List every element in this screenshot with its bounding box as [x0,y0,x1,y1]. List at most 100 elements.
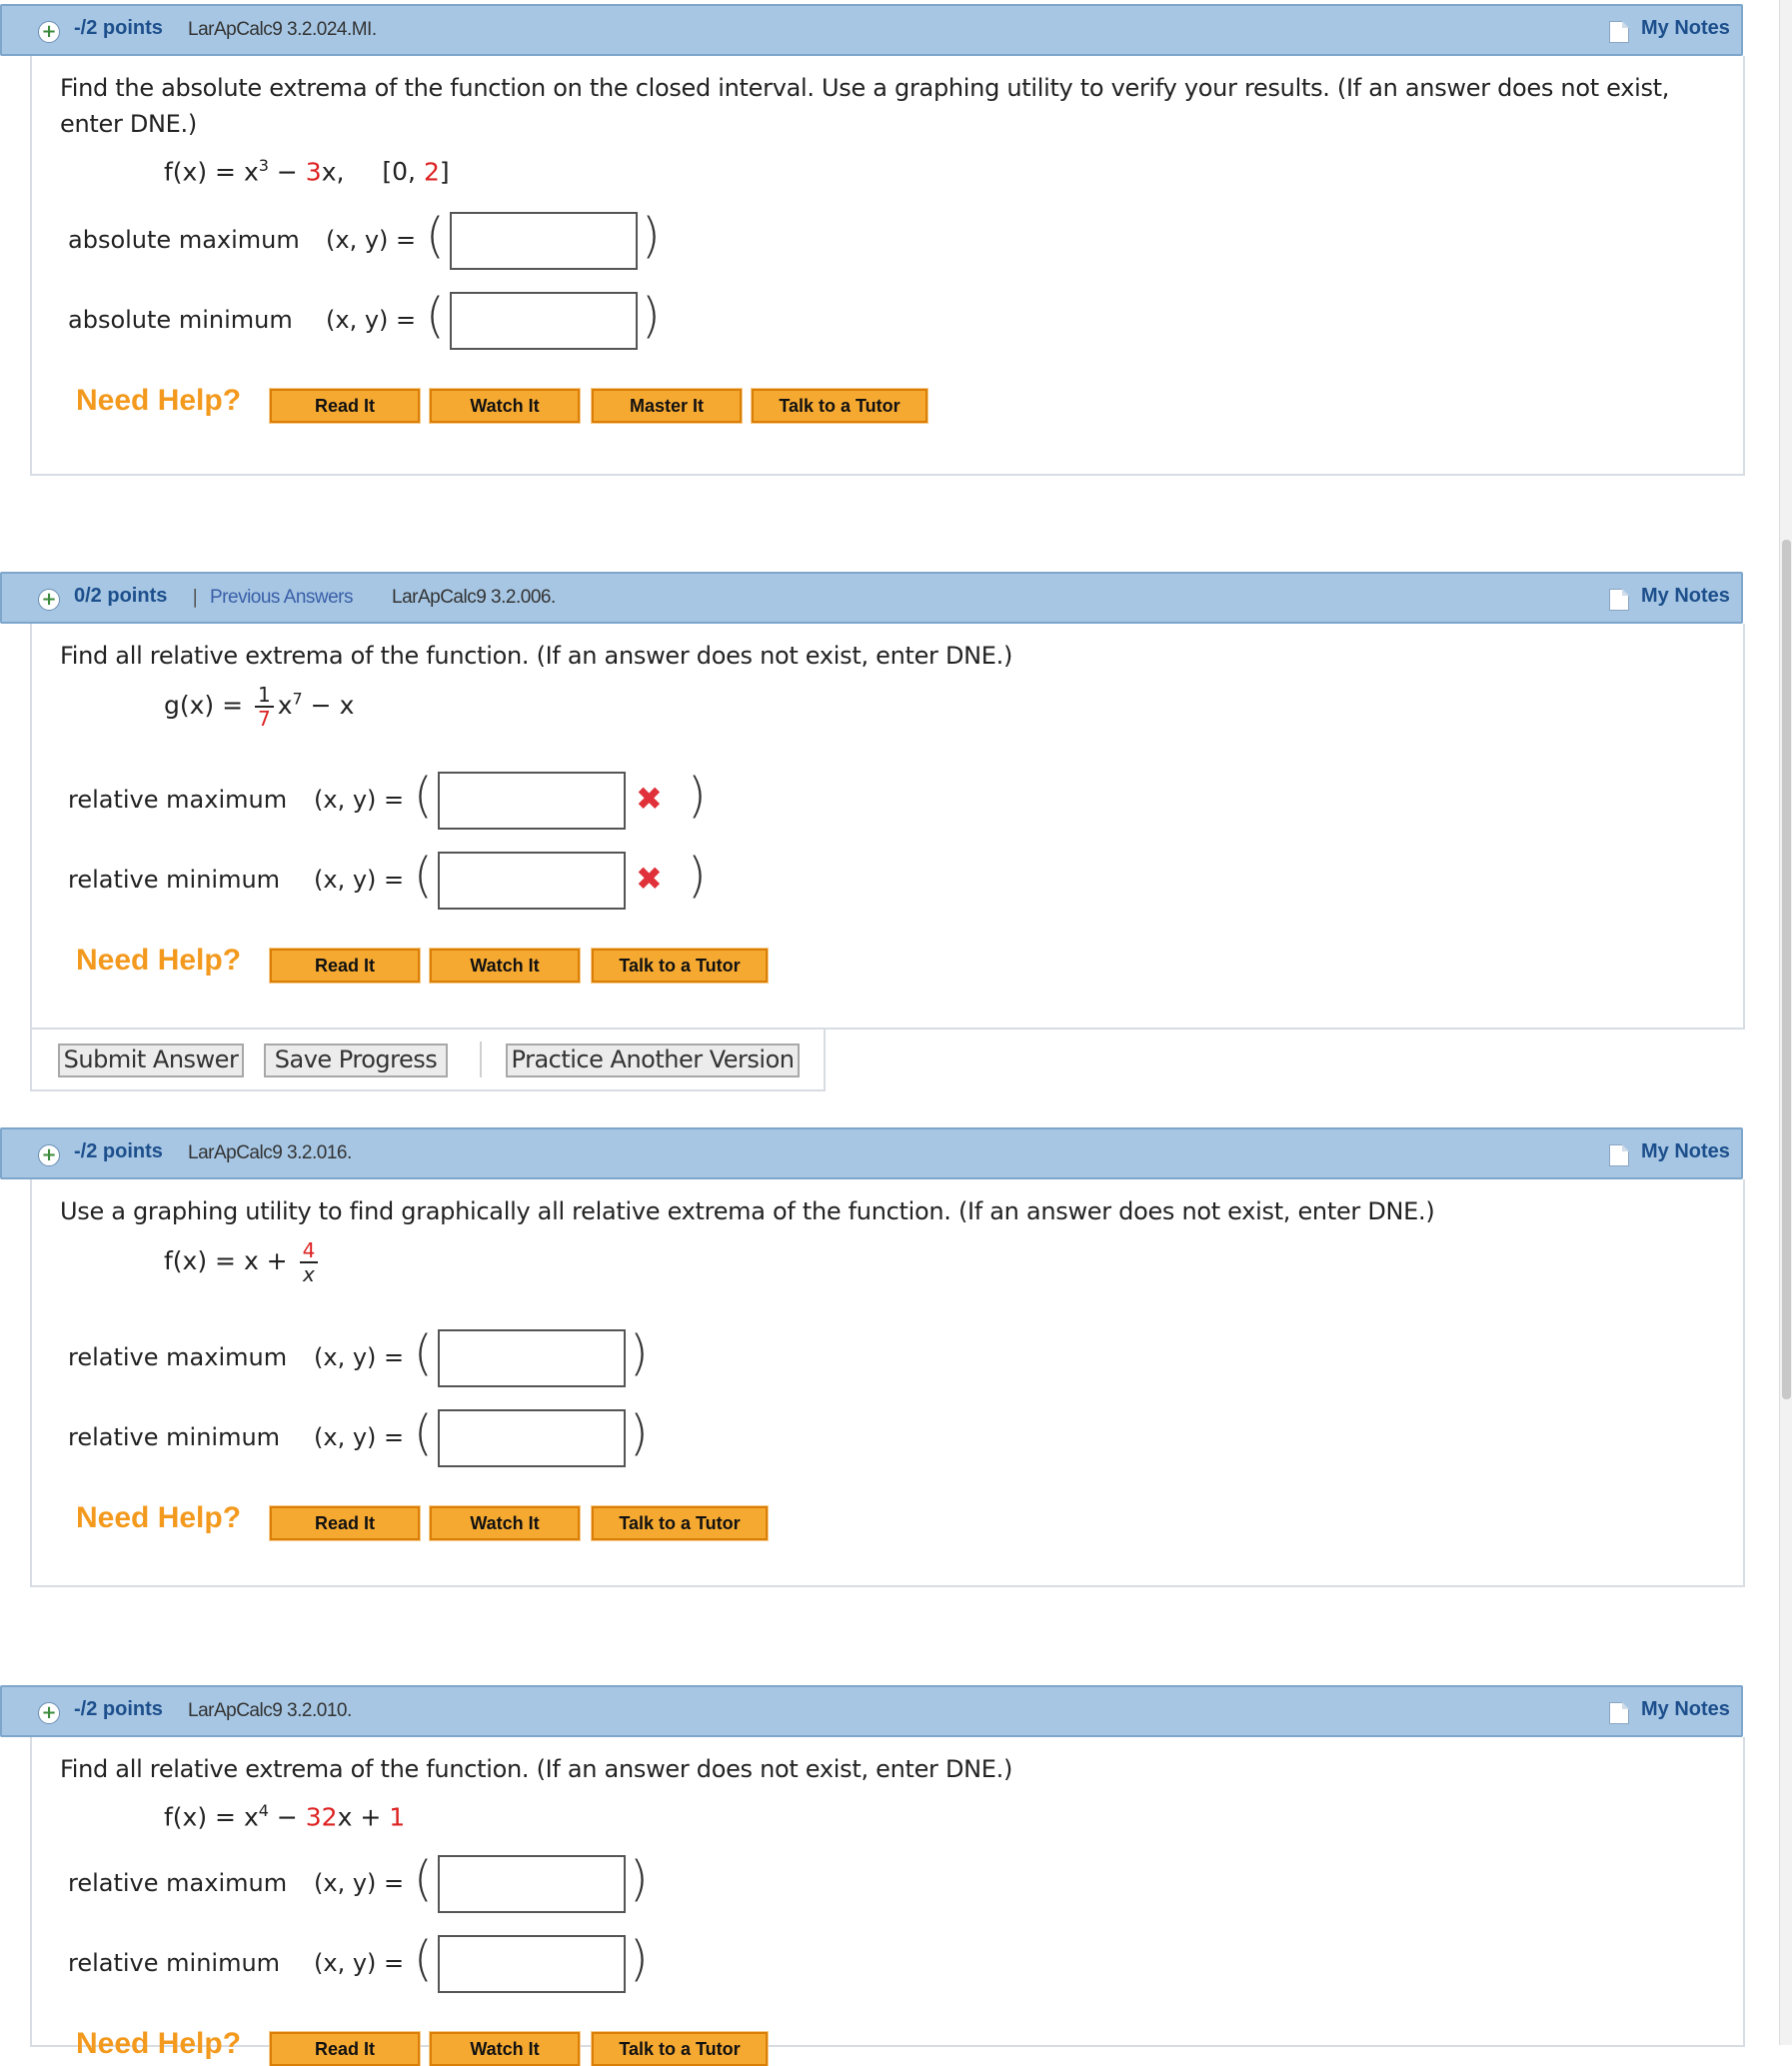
close-paren: ) [642,288,661,344]
read-it-button[interactable]: Read It [269,2031,421,2066]
question-header: + 0/2 points | Previous Answers LarApCal… [0,572,1743,624]
practice-another-version-button[interactable]: Practice Another Version [506,1043,800,1077]
expand-icon[interactable]: + [38,21,60,43]
absolute-minimum-label: absolute minimum [68,306,293,334]
question-id: LarApCalc9 3.2.016. [188,1142,352,1163]
close-paren: ) [630,1325,649,1381]
interval-close: ] [439,157,450,187]
function-formula: f(x) = x4 − 32x + 1 [164,1801,405,1831]
xy-equals: (x, y) = [314,1423,405,1451]
question-header: + -/2 points LarApCalc9 3.2.016. My Note… [0,1127,1743,1179]
relative-minimum-input[interactable] [438,1409,626,1467]
notes-icon[interactable] [1609,1144,1629,1166]
watch-it-button[interactable]: Watch It [429,948,581,984]
absolute-maximum-input[interactable] [450,212,638,270]
master-it-button[interactable]: Master It [591,388,743,424]
relative-minimum-input[interactable] [438,852,626,910]
formula-minus: − [268,157,306,187]
open-paren: ( [414,1851,433,1907]
talk-to-tutor-button[interactable]: Talk to a Tutor [591,2031,769,2066]
formula-constant: 1 [389,1802,406,1832]
question-body: Find the absolute extrema of the functio… [30,56,1745,476]
previous-answers-link[interactable]: Previous Answers [210,587,354,609]
xy-equals: (x, y) = [326,306,417,334]
relative-minimum-input[interactable] [438,1935,626,1993]
close-paren: ) [688,768,707,824]
formula-coefficient: 32 [305,1802,338,1832]
relative-maximum-input[interactable] [438,1855,626,1913]
notes-icon[interactable] [1609,1702,1629,1724]
open-paren: ( [426,208,445,264]
save-progress-button[interactable]: Save Progress [264,1043,448,1077]
close-paren: ) [688,848,707,904]
xy-equals: (x, y) = [314,866,405,894]
question-header: + -/2 points LarApCalc9 3.2.010. My Note… [0,1685,1743,1737]
function-formula: f(x) = x3 − 3x, [0, 2] [164,156,450,186]
fraction: 4x [299,1239,319,1286]
fraction: 17 [255,684,274,730]
relative-maximum-input[interactable] [438,772,626,830]
submit-answer-button[interactable]: Submit Answer [58,1043,244,1077]
expand-icon[interactable]: + [38,1702,60,1724]
page-scrollbar[interactable] [1779,0,1792,2045]
question-id: LarApCalc9 3.2.006. [392,587,556,608]
my-notes-link[interactable]: My Notes [1641,17,1730,40]
formula-lhs: f(x) = x [164,1802,259,1832]
close-paren: ) [630,1931,649,1987]
talk-to-tutor-button[interactable]: Talk to a Tutor [591,948,769,984]
question-prompt: Find all relative extrema of the functio… [60,1755,1013,1783]
xy-equals: (x, y) = [314,1949,405,1977]
incorrect-icon: ✖ [636,780,663,818]
notes-icon[interactable] [1609,589,1629,611]
watch-it-button[interactable]: Watch It [429,388,581,424]
xy-equals: (x, y) = [314,1343,405,1371]
talk-to-tutor-button[interactable]: Talk to a Tutor [591,1505,769,1541]
question-id: LarApCalc9 3.2.024.MI. [188,19,377,40]
function-formula: g(x) = 1 7 x7 − x [164,684,354,730]
xy-equals: (x, y) = [326,226,417,254]
question-prompt: Find all relative extrema of the functio… [60,642,1013,670]
watch-it-button[interactable]: Watch It [429,2031,581,2066]
notes-icon[interactable] [1609,21,1629,43]
points-label: -/2 points [74,1698,163,1720]
need-help-label: Need Help? [76,944,242,977]
open-paren: ( [426,288,445,344]
need-help-label: Need Help? [76,1501,242,1534]
expand-icon[interactable]: + [38,589,60,611]
fraction-numerator: 4 [299,1239,319,1263]
scrollbar-thumb[interactable] [1782,540,1791,1399]
interval-open: [0, [382,157,424,187]
my-notes-link[interactable]: My Notes [1641,1140,1730,1163]
absolute-minimum-input[interactable] [450,292,638,350]
open-paren: ( [414,768,433,824]
question-4: + -/2 points LarApCalc9 3.2.010. My Note… [0,1685,1747,2066]
fraction-denominator: 7 [258,707,271,731]
points-label: -/2 points [74,17,163,39]
fraction-denominator: x [303,1262,315,1286]
watch-it-button[interactable]: Watch It [429,1505,581,1541]
my-notes-link[interactable]: My Notes [1641,1698,1730,1721]
submit-bar: Submit Answer Save Progress Practice Ano… [30,1030,826,1091]
relative-minimum-label: relative minimum [68,1423,281,1451]
my-notes-link[interactable]: My Notes [1641,585,1730,608]
question-1: + -/2 points LarApCalc9 3.2.024.MI. My N… [0,4,1747,476]
formula-exponent: 3 [258,156,269,175]
formula-lhs: f(x) = x + [164,1246,296,1275]
formula-minus: − [268,1802,306,1832]
question-body: Find all relative extrema of the functio… [30,624,1745,1030]
relative-maximum-label: relative maximum [68,1343,288,1371]
expand-icon[interactable]: + [38,1144,60,1166]
read-it-button[interactable]: Read It [269,1505,421,1541]
relative-maximum-input[interactable] [438,1329,626,1387]
function-formula: f(x) = x + 4x [164,1239,322,1285]
read-it-button[interactable]: Read It [269,388,421,424]
talk-to-tutor-button[interactable]: Talk to a Tutor [751,388,928,424]
absolute-maximum-label: absolute maximum [68,226,300,254]
formula-variable: x [277,691,293,720]
close-paren: ) [642,208,661,264]
relative-minimum-label: relative minimum [68,866,281,894]
read-it-button[interactable]: Read It [269,948,421,984]
points-label: 0/2 points [74,585,168,607]
formula-exponent: 7 [292,689,303,709]
interval-end: 2 [423,157,440,187]
